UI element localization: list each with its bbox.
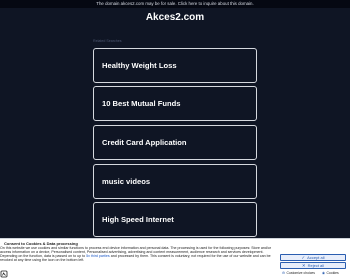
search-link-label[interactable]: music videos bbox=[102, 177, 150, 186]
consent-text: On this website we use cookies and simil… bbox=[0, 246, 272, 263]
gear-icon: ⚙ bbox=[282, 271, 286, 275]
customize-choices-label: Customize choices bbox=[286, 271, 316, 275]
cookies-label: Cookies bbox=[326, 271, 339, 275]
reject-all-button[interactable]: ✕ Reject all bbox=[280, 262, 346, 269]
search-link-label[interactable]: High Speed Internet bbox=[102, 215, 174, 224]
search-link-1[interactable]: Healthy Weight Loss bbox=[93, 48, 257, 83]
related-searches-label: Related Searches bbox=[93, 39, 122, 43]
search-link-4[interactable]: music videos bbox=[93, 164, 257, 199]
search-link-2[interactable]: 10 Best Mutual Funds bbox=[93, 86, 257, 121]
search-link-label[interactable]: Healthy Weight Loss bbox=[102, 61, 177, 70]
site-title: Akces2.com bbox=[145, 12, 205, 23]
customize-choices-button[interactable]: ⚙ Customize choices bbox=[282, 271, 315, 276]
check-icon: ✓ bbox=[301, 255, 306, 260]
reject-all-label: Reject all bbox=[307, 263, 325, 268]
close-icon: ✕ bbox=[301, 263, 306, 268]
accept-all-label: Accept all bbox=[307, 255, 325, 260]
search-link-5[interactable]: High Speed Internet bbox=[93, 202, 257, 237]
domain-sale-banner-text[interactable]: The domain akces2.com may be for sale. C… bbox=[96, 1, 253, 6]
cookies-button[interactable]: ◉ Cookies bbox=[322, 271, 339, 276]
search-link-3[interactable]: Credit Card Application bbox=[93, 125, 257, 160]
cookie-icon: ◉ bbox=[322, 271, 325, 275]
accept-all-button[interactable]: ✓ Accept all bbox=[280, 254, 346, 261]
page: The domain akces2.com may be for sale. C… bbox=[0, 0, 350, 280]
third-parties-link[interactable]: 5x third parties bbox=[86, 254, 110, 258]
search-link-label[interactable]: 10 Best Mutual Funds bbox=[102, 99, 180, 108]
consent-settings-icon[interactable] bbox=[0, 270, 8, 278]
search-link-label[interactable]: Credit Card Application bbox=[102, 138, 187, 147]
domain-sale-banner[interactable]: The domain akces2.com may be for sale. C… bbox=[0, 0, 350, 8]
